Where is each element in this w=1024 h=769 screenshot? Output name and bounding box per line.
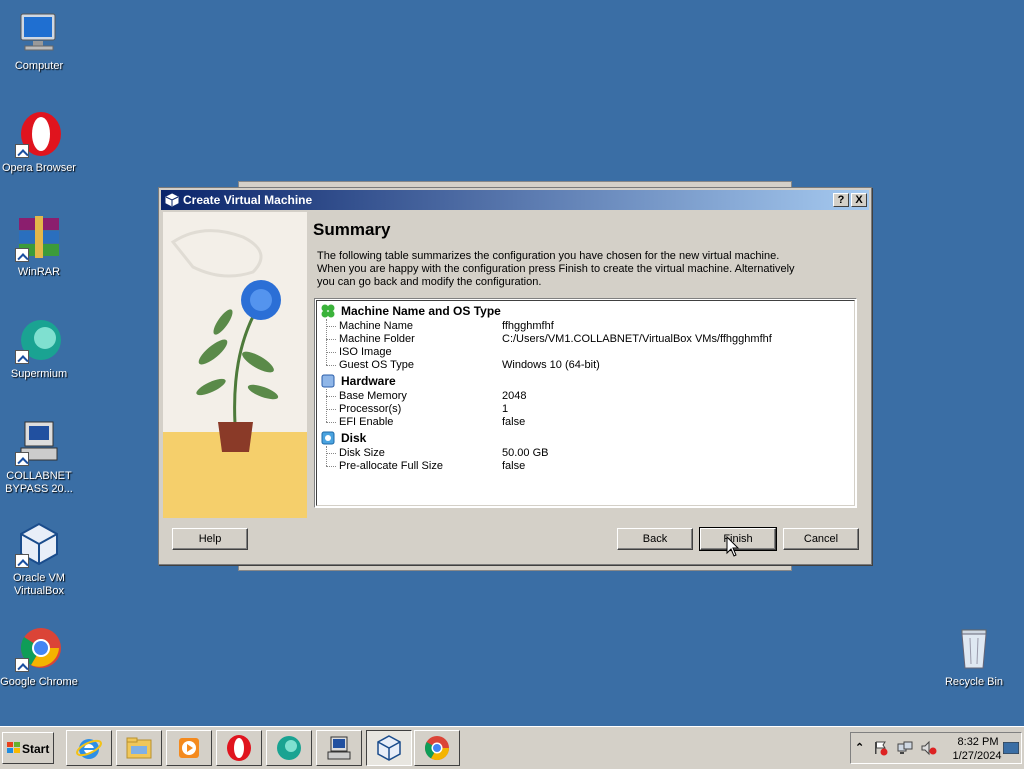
taskbar-internet-explorer[interactable] xyxy=(66,730,112,766)
supermium-icon xyxy=(15,316,63,364)
context-help-button[interactable]: ? xyxy=(833,193,849,207)
summary-heading: Summary xyxy=(313,220,391,239)
volume-muted-icon[interactable] xyxy=(921,740,937,759)
start-button[interactable]: Start xyxy=(2,732,54,764)
folder-icon xyxy=(125,734,153,762)
taskbar-collabnet-bypass[interactable] xyxy=(316,730,362,766)
row-base-memory[interactable]: Base Memory 2048 xyxy=(317,390,857,403)
row-efi-enable[interactable]: EFI Enable false xyxy=(317,416,857,429)
help-button[interactable]: Help xyxy=(172,528,248,550)
desktop-icon-recycle-bin[interactable]: Recycle Bin xyxy=(935,624,1013,689)
desktop-icon-computer[interactable]: Computer xyxy=(0,8,78,73)
winrar-icon xyxy=(15,214,63,262)
desktop-icon-supermium[interactable]: Supermium xyxy=(0,316,78,381)
desktop-icon-virtualbox[interactable]: Oracle VM VirtualBox xyxy=(0,520,78,598)
internet-explorer-icon xyxy=(75,734,103,762)
desktop-icon-collabnet[interactable]: COLLABNET BYPASS 20... xyxy=(0,418,78,496)
row-machine-name[interactable]: Machine Name ffhgghmfhf xyxy=(317,320,857,333)
section-hardware[interactable]: Hardware xyxy=(321,374,396,389)
taskbar-file-explorer[interactable] xyxy=(116,730,162,766)
cancel-button[interactable]: Cancel xyxy=(783,528,859,550)
section-disk[interactable]: Disk xyxy=(321,431,366,446)
summary-tree[interactable]: Machine Name and OS Type Machine Name ffh… xyxy=(314,298,857,508)
desktop-icon-chrome[interactable]: Google Chrome xyxy=(0,624,78,689)
row-machine-folder[interactable]: Machine Folder C:/Users/VM1.COLLABNET/Vir… xyxy=(317,333,857,346)
collabnet-taskbar-icon xyxy=(325,734,353,762)
virtualbox-small-icon xyxy=(165,193,179,207)
recycle-bin-icon xyxy=(950,624,998,672)
chrome-taskbar-icon xyxy=(423,734,451,762)
taskbar-chrome[interactable] xyxy=(414,730,460,766)
taskbar-media-player[interactable] xyxy=(166,730,212,766)
network-icon[interactable] xyxy=(897,740,913,759)
row-disk-size[interactable]: Disk Size 50.00 GB xyxy=(317,447,857,460)
virtualbox-taskbar-icon xyxy=(375,734,403,762)
taskbar: Start ⌃ 8:32 PM 1/27/2024 xyxy=(0,726,1024,769)
back-button[interactable]: Back xyxy=(617,528,693,550)
row-guest-os-type[interactable]: Guest OS Type Windows 10 (64-bit) xyxy=(317,359,857,372)
virtualbox-icon xyxy=(15,520,63,568)
opera-icon xyxy=(15,110,63,158)
media-player-icon xyxy=(175,734,203,762)
dialog-titlebar[interactable]: Create Virtual Machine ? X xyxy=(161,190,869,210)
show-hidden-icons-chevron-icon[interactable]: ⌃ xyxy=(855,741,864,754)
opera-taskbar-icon xyxy=(225,734,253,762)
taskbar-opera[interactable] xyxy=(216,730,262,766)
action-center-flag-icon[interactable] xyxy=(873,740,889,759)
system-tray: ⌃ 8:32 PM 1/27/2024 xyxy=(850,732,1022,764)
dialog-title: Create Virtual Machine xyxy=(183,193,313,207)
clock-date[interactable]: 1/27/2024 xyxy=(947,750,1007,762)
show-desktop-icon[interactable] xyxy=(1002,741,1020,757)
create-vm-dialog: Create Virtual Machine ? X Summary The f… xyxy=(158,187,872,565)
chrome-icon xyxy=(15,624,63,672)
supermium-taskbar-icon xyxy=(275,734,303,762)
wizard-side-image xyxy=(163,212,307,518)
section-machine-name[interactable]: Machine Name and OS Type xyxy=(321,304,501,319)
row-preallocate[interactable]: Pre-allocate Full Size false xyxy=(317,460,857,473)
desktop-icon-opera[interactable]: Opera Browser xyxy=(0,110,78,175)
summary-description: The following table summarizes the confi… xyxy=(317,250,795,288)
row-iso-image[interactable]: ISO Image xyxy=(317,346,857,359)
os-type-icon xyxy=(321,304,335,318)
row-processors[interactable]: Processor(s) 1 xyxy=(317,403,857,416)
close-button[interactable]: X xyxy=(851,193,867,207)
windows-flag-icon xyxy=(7,742,21,754)
collabnet-bypass-icon xyxy=(15,418,63,466)
taskbar-virtualbox[interactable] xyxy=(366,730,412,766)
hardware-chip-icon xyxy=(321,374,335,388)
mouse-cursor-icon xyxy=(726,536,740,557)
desktop-icon-winrar[interactable]: WinRAR xyxy=(0,214,78,279)
disk-icon xyxy=(321,431,335,445)
clock-time[interactable]: 8:32 PM xyxy=(953,736,1003,748)
computer-icon xyxy=(15,8,63,56)
taskbar-supermium[interactable] xyxy=(266,730,312,766)
